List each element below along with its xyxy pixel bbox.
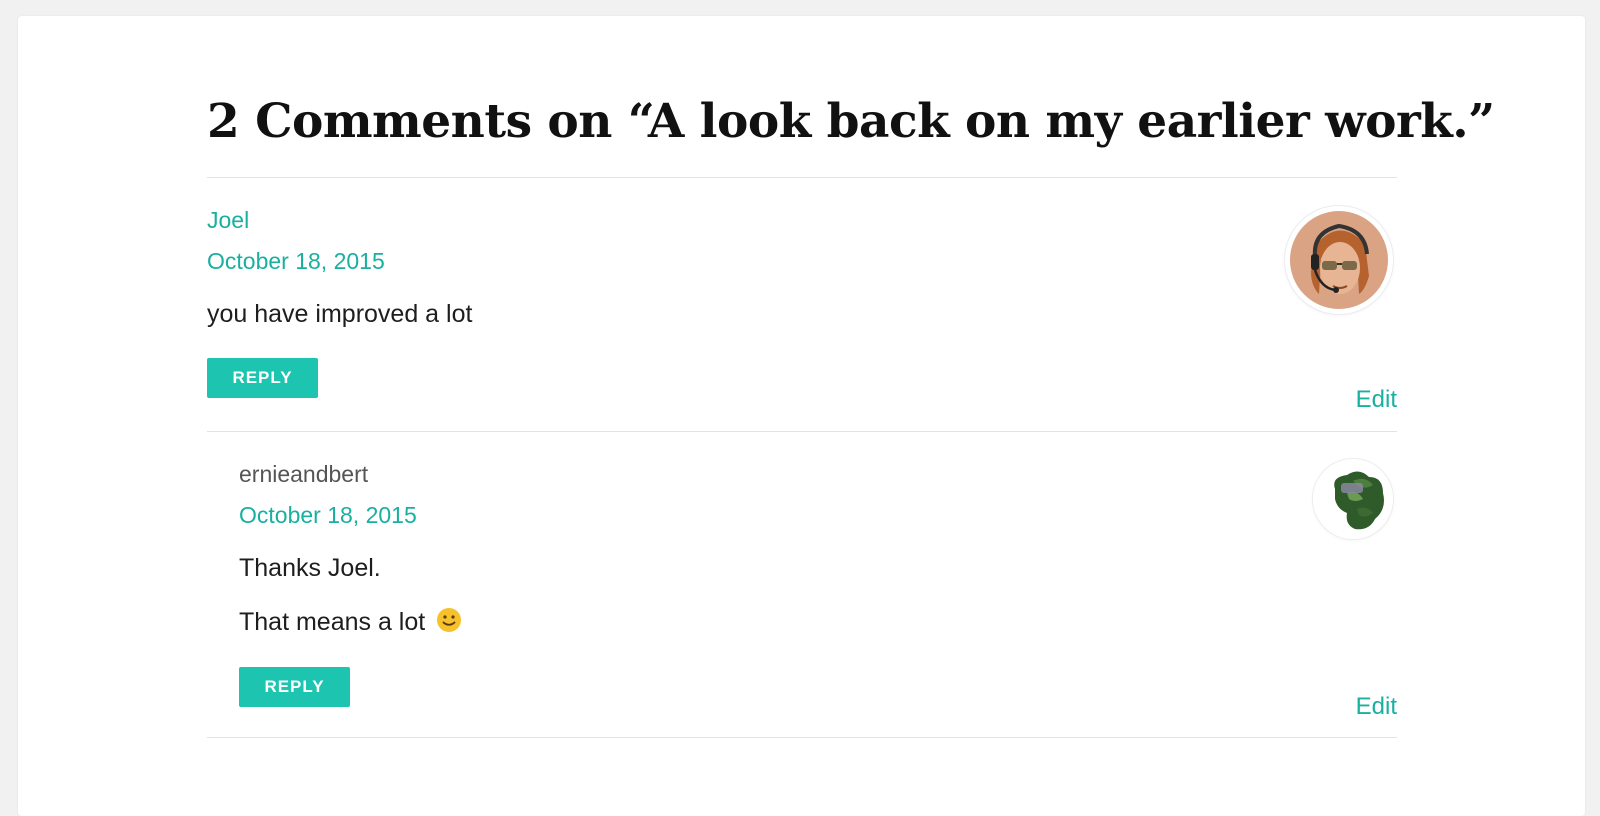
comment-body-text: That means a lot	[239, 608, 426, 636]
avatar-headset-sunglasses-icon[interactable]	[1285, 206, 1393, 314]
comment-divider	[207, 737, 1397, 738]
comment-date-link[interactable]: October 18, 2015	[207, 247, 385, 275]
comment-date-link[interactable]: October 18, 2015	[239, 501, 417, 529]
avatar-tree-photo-icon[interactable]	[1313, 459, 1393, 539]
comment-item: Joel October 18, 2015 you have improved …	[207, 177, 1397, 431]
edit-comment-link[interactable]: Edit	[1356, 386, 1397, 414]
comments-heading: 2 Comments on “A look back on my earlier…	[207, 94, 1495, 149]
reply-button[interactable]: REPLY	[207, 358, 318, 398]
slight-smile-emoji-icon	[436, 607, 462, 641]
reply-button[interactable]: REPLY	[239, 667, 350, 707]
comment-body: you have improved a lot	[207, 300, 473, 328]
comment-author-link[interactable]: Joel	[207, 206, 249, 234]
comments-card: 2 Comments on “A look back on my earlier…	[18, 16, 1585, 816]
comment-body: Thanks Joel.	[239, 554, 381, 582]
edit-comment-link[interactable]: Edit	[1356, 693, 1397, 721]
comment-body: That means a lot	[239, 606, 462, 641]
comment-author-link[interactable]: ernieandbert	[239, 460, 368, 488]
comment-reply-item: ernieandbert October 18, 2015 Thanks Joe…	[207, 431, 1397, 737]
